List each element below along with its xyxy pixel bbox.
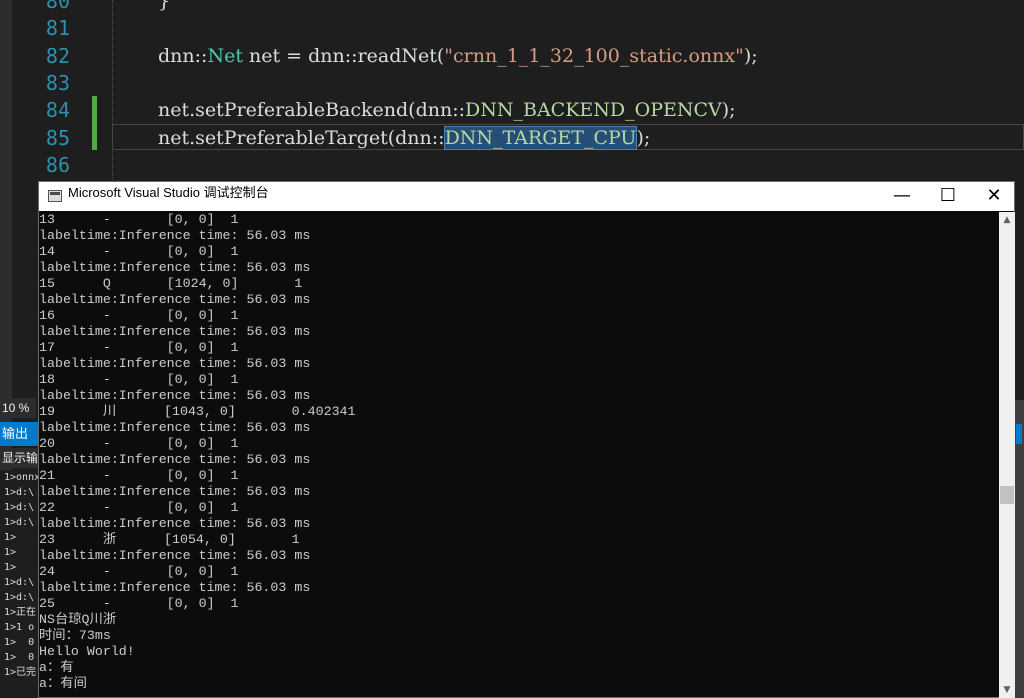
console-line: 25 - [0, 0] 1: [39, 596, 239, 611]
console-line: labeltime:Inference time: 56.03 ms: [39, 228, 311, 243]
output-line: 1>onnx: [4, 472, 38, 483]
console-line: 22 - [0, 0] 1: [39, 500, 239, 515]
code-line[interactable]: net.setPreferableTarget(dnn::DNN_TARGET_…: [158, 125, 650, 152]
code-token: net.setPreferableBackend(dnn::: [158, 99, 466, 122]
console-line: labeltime:Inference time: 56.03 ms: [39, 548, 311, 563]
console-line: 23 浙 [1054, 0] 1: [39, 532, 300, 547]
console-line: 时间：73ms: [39, 628, 111, 643]
console-line: Hello World!: [39, 644, 135, 659]
line-number: 83: [45, 70, 70, 95]
code-token: );: [721, 99, 736, 122]
code-token: );: [743, 44, 758, 67]
output-line: 1>d:\: [4, 487, 35, 498]
code-token: net = dnn::readNet(: [242, 44, 445, 67]
console-line: 15 Q [1024, 0] 1: [39, 276, 303, 291]
code-line[interactable]: dnn::Net net = dnn::readNet("crnn_1_1_32…: [158, 43, 758, 70]
output-pane-title[interactable]: 输出: [0, 422, 38, 446]
output-zoom-level[interactable]: 10 %: [0, 398, 36, 418]
console-line: labeltime:Inference time: 56.03 ms: [39, 580, 311, 595]
code-token: DNN_BACKEND_OPENCV: [465, 99, 722, 122]
maximize-button[interactable]: ☐: [925, 182, 971, 211]
code-token: net.setPreferableTarget(dnn::: [158, 126, 445, 149]
code-token: dnn::: [158, 44, 208, 67]
scroll-thumb[interactable]: [1000, 486, 1014, 504]
console-line: 20 - [0, 0] 1: [39, 436, 239, 451]
debug-console-window[interactable]: Microsoft Visual Studio 调试控制台 — ☐ ✕ 13 -…: [38, 181, 1015, 698]
line-number: 85: [45, 125, 70, 150]
output-line: 1>正在: [4, 607, 37, 618]
console-line: 19 川 [1043, 0] 0.402341: [39, 404, 356, 419]
scroll-marker: [1016, 424, 1022, 444]
console-line: 16 - [0, 0] 1: [39, 308, 239, 323]
editor-scrollbar[interactable]: [1014, 400, 1024, 698]
console-line: labeltime:Inference time: 56.03 ms: [39, 452, 311, 467]
change-indicator: [92, 96, 97, 150]
code-token: }: [158, 0, 171, 12]
console-line: a：有间: [39, 676, 87, 691]
line-number: 82: [45, 43, 70, 68]
scroll-down-arrow-icon[interactable]: ▼: [999, 682, 1015, 698]
output-show-label: 显示输: [0, 448, 38, 468]
output-line: 1>d:\: [4, 502, 35, 513]
console-line: 17 - [0, 0] 1: [39, 340, 239, 355]
output-line: 1>d:\: [4, 592, 35, 603]
output-line: 1>已完: [4, 667, 37, 678]
console-scrollbar[interactable]: ▲ ▼: [999, 212, 1015, 698]
console-titlebar[interactable]: Microsoft Visual Studio 调试控制台 — ☐ ✕: [39, 182, 1014, 211]
console-line: 13 - [0, 0] 1: [39, 212, 239, 227]
output-line: 1>d:\: [4, 517, 35, 528]
console-line: labeltime:Inference time: 56.03 ms: [39, 356, 311, 371]
code-line[interactable]: net.setPreferableBackend(dnn::DNN_BACKEN…: [158, 97, 736, 124]
console-line: labeltime:Inference time: 56.03 ms: [39, 516, 311, 531]
output-line: 1>1 o: [4, 622, 35, 633]
line-number: 86: [45, 152, 70, 177]
console-line: labeltime:Inference time: 56.03 ms: [39, 388, 311, 403]
code-token: "crnn_1_1_32_100_static.onnx": [444, 44, 744, 67]
console-line: 14 - [0, 0] 1: [39, 244, 239, 259]
scroll-up-arrow-icon[interactable]: ▲: [999, 212, 1015, 228]
console-line: labeltime:Inference time: 56.03 ms: [39, 292, 311, 307]
console-title: Microsoft Visual Studio 调试控制台: [68, 185, 269, 200]
output-pane-body[interactable]: 1>onnx 1>d:\ 1>d:\ 1>d:\ 1> 1> 1> 1>d:\ 1>d:\ 1>正…: [0, 470, 38, 698]
output-line: 1>: [4, 532, 17, 543]
output-line: 1>: [4, 547, 17, 558]
minimize-button[interactable]: —: [879, 182, 925, 211]
console-line: NS台琼Q川浙: [39, 612, 117, 627]
output-line: 1> 0: [4, 652, 35, 663]
console-line: 24 - [0, 0] 1: [39, 564, 239, 579]
console-line: labeltime:Inference time: 56.03 ms: [39, 484, 311, 499]
line-number: 80: [45, 0, 70, 13]
console-line: 21 - [0, 0] 1: [39, 468, 239, 483]
indent-guide: [112, 0, 113, 180]
console-app-icon: [48, 190, 62, 202]
code-line[interactable]: }: [158, 0, 170, 15]
console-line: labeltime:Inference time: 56.03 ms: [39, 324, 311, 339]
console-line: labeltime:Inference time: 56.03 ms: [39, 420, 311, 435]
code-token: DNN_TARGET_CPU: [443, 125, 638, 150]
close-button[interactable]: ✕: [971, 182, 1017, 211]
console-line: 18 - [0, 0] 1: [39, 372, 239, 387]
output-line: 1>: [4, 562, 17, 573]
output-line: 1>d:\: [4, 577, 35, 588]
line-number: 81: [45, 16, 70, 41]
console-output[interactable]: 13 - [0, 0] 1 labeltime:Inference time: 5…: [39, 212, 998, 698]
console-line: labeltime:Inference time: 56.03 ms: [39, 260, 311, 275]
output-line: 1> 0: [4, 637, 35, 648]
line-number: 84: [45, 98, 70, 123]
code-token: );: [636, 126, 651, 149]
code-token: Net: [207, 44, 243, 67]
console-line: a：有: [39, 660, 74, 675]
